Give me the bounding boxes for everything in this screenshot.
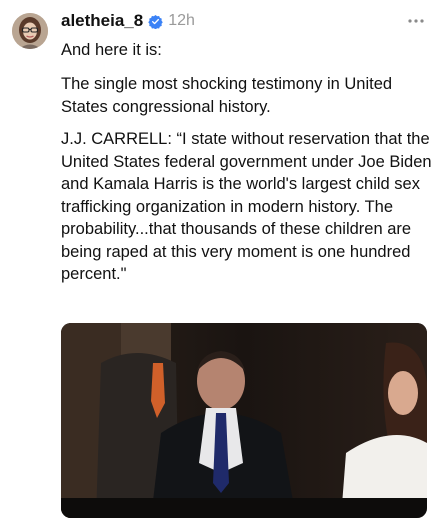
video-thumbnail[interactable]: [61, 323, 427, 518]
more-options-ellipsis-icon[interactable]: [405, 10, 427, 32]
avatar-photo-icon: [12, 13, 48, 49]
post-text-headline: The single most shocking testimony in Un…: [61, 75, 393, 116]
hearing-photo: [61, 323, 427, 518]
username[interactable]: aletheia_8: [61, 11, 143, 31]
post-header: aletheia_8 12h: [61, 10, 195, 32]
post-text-quote: J.J. CARRELL: “I state without reservati…: [61, 130, 432, 283]
verified-badge-icon: [148, 14, 163, 29]
avatar[interactable]: [12, 13, 48, 49]
timestamp: 12h: [168, 12, 195, 29]
post: aletheia_8 12h And here it is: The singl…: [0, 0, 439, 518]
post-text-intro: And here it is:: [61, 41, 162, 59]
